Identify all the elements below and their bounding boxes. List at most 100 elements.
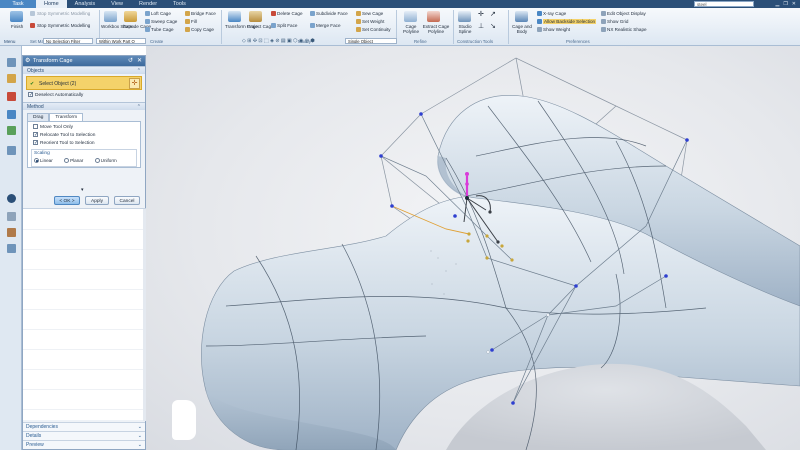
fill-button[interactable]: Fill — [191, 19, 197, 24]
xray-cage-toggle[interactable]: X-ray Cage — [543, 11, 566, 16]
set-continuity-button[interactable]: Set Continuity — [362, 27, 391, 32]
show-grid-toggle[interactable]: Show Grid — [607, 19, 628, 24]
cage-vertex-selected[interactable] — [466, 239, 470, 243]
manipulator-origin[interactable] — [465, 196, 469, 200]
cancel-button[interactable]: Cancel — [114, 196, 140, 205]
dialog-titlebar[interactable]: ⚙ Transform Cage ↺ ✕ — [23, 56, 145, 66]
transform-cage-icon[interactable] — [228, 11, 241, 22]
tab-tools[interactable]: Tools — [165, 0, 194, 8]
dependencies-section[interactable]: Dependencies ⌄ — [23, 422, 145, 431]
cage-vertex[interactable] — [379, 154, 383, 158]
cage-vertex-selected[interactable] — [485, 256, 489, 260]
command-search-input[interactable]: steel — [694, 1, 754, 7]
roles-icon[interactable] — [7, 244, 16, 253]
deselect-automatically-row[interactable]: Deselect Automatically — [23, 91, 145, 100]
cage-vertex[interactable] — [685, 138, 689, 142]
project-cage-button[interactable]: Project Cage — [247, 24, 274, 29]
cage-vertex[interactable] — [490, 348, 494, 352]
reuse-library-icon[interactable] — [7, 110, 16, 119]
show-weight-toggle[interactable]: Show Weight — [543, 27, 570, 32]
restore-icon[interactable]: ❐ — [783, 0, 787, 8]
tab-analysis[interactable]: Analysis — [67, 0, 103, 8]
details-section[interactable]: Details ⌄ — [23, 431, 145, 440]
selection-mode-select[interactable]: Single Object — [345, 38, 397, 44]
project-cage-icon[interactable] — [249, 11, 262, 22]
cage-vertex[interactable] — [419, 112, 423, 116]
cage-and-body-button[interactable]: Cage and Body — [511, 24, 533, 34]
edit-object-display-button[interactable]: Edit Object Display — [607, 11, 646, 16]
constraint-navigator-icon[interactable] — [7, 92, 16, 101]
stop-symmetric-top[interactable]: Stop Symmetric Modelling — [37, 11, 90, 16]
extract-cage-polyline-button[interactable]: Extract Cage Polyline — [421, 24, 451, 34]
tab-task[interactable]: Task — [0, 0, 36, 8]
move-tool-only-checkbox[interactable] — [33, 124, 38, 130]
system-materials-icon[interactable] — [7, 212, 16, 221]
cage-and-body-icon[interactable] — [515, 11, 528, 22]
menu-button[interactable]: Menu — [4, 39, 16, 44]
selection-filter-select[interactable]: No Selection Filter — [43, 38, 93, 44]
split-face-button[interactable]: Split Face — [277, 23, 297, 28]
minimize-icon[interactable]: ▁ — [775, 0, 779, 8]
cage-vertex[interactable] — [664, 274, 668, 278]
relocate-tool-checkbox[interactable] — [33, 131, 38, 139]
deselect-checkbox[interactable] — [28, 91, 33, 99]
bridge-face-button[interactable]: Bridge Face — [191, 11, 216, 16]
tab-drag[interactable]: Drag — [27, 113, 50, 121]
csys-icon[interactable]: ↘ — [490, 22, 496, 30]
cage-vertex[interactable] — [574, 284, 578, 288]
allow-backside-selection-toggle[interactable]: Allow Backside Selection — [543, 19, 597, 24]
cage-vertex[interactable] — [453, 214, 457, 218]
cage-vertex-selected[interactable] — [510, 258, 514, 262]
finish-button[interactable]: Finish — [11, 24, 23, 29]
process-studio-icon[interactable] — [7, 228, 16, 237]
part-navigator-icon[interactable] — [7, 58, 16, 67]
workbox-shape-icon[interactable] — [104, 11, 117, 22]
cage-vertex-selected[interactable] — [467, 232, 471, 236]
model-canvas[interactable] — [146, 46, 800, 450]
subdivide-face-button[interactable]: Subdivide Face — [316, 11, 348, 16]
cage-polyline-icon[interactable] — [404, 11, 417, 22]
tab-view[interactable]: View — [103, 0, 131, 8]
plane-icon[interactable]: ↗ — [490, 10, 496, 18]
method-section-header[interactable]: Method ⌃ — [23, 102, 145, 110]
merge-face-button[interactable]: Merge Face — [316, 23, 341, 28]
move-tool-only-row[interactable]: Move Tool Only — [28, 124, 140, 132]
finish-icon[interactable] — [10, 11, 23, 22]
cage-vertex[interactable] — [390, 204, 394, 208]
manipulator-handle[interactable] — [496, 240, 500, 244]
expand-more-icon[interactable]: ▾ — [81, 187, 84, 193]
nx-realistic-shape-toggle[interactable]: NX Realistic Shape — [607, 27, 647, 32]
point-icon[interactable]: ✛ — [478, 10, 484, 18]
cage-polyline-button[interactable]: Cage Polyline — [399, 24, 423, 34]
reset-icon[interactable]: ↺ — [128, 56, 133, 66]
manipulator-handle[interactable] — [488, 210, 492, 214]
preview-section[interactable]: Preview ⌄ — [23, 440, 145, 449]
tube-cage-button[interactable]: Tube Cage — [151, 27, 174, 32]
set-weight-button[interactable]: Set Weight — [362, 19, 384, 24]
web-browser-icon[interactable] — [7, 146, 16, 155]
history-icon[interactable] — [7, 194, 16, 203]
scaling-planar-radio[interactable] — [64, 158, 70, 164]
sew-cage-button[interactable]: Sew Cage — [362, 11, 383, 16]
stop-symmetric-button[interactable]: Stop Symmetric Modelling — [37, 23, 90, 28]
copy-cage-button[interactable]: Copy Cage — [191, 27, 214, 32]
tab-home[interactable]: Home — [36, 0, 67, 8]
cage-vertex[interactable] — [511, 401, 515, 405]
ok-button[interactable]: < OK > — [54, 196, 80, 205]
hd3d-tools-icon[interactable] — [7, 126, 16, 135]
scaling-uniform-radio[interactable] — [94, 158, 100, 164]
close-icon[interactable]: ✕ — [137, 56, 142, 66]
scaling-linear-radio[interactable] — [34, 158, 39, 164]
scope-select[interactable]: Within Work Part O — [96, 38, 146, 44]
sweep-cage-button[interactable]: Sweep Cage — [151, 19, 177, 24]
objects-section-header[interactable]: Objects ⌃ — [23, 66, 145, 74]
apply-button[interactable]: Apply — [85, 196, 109, 205]
assembly-navigator-icon[interactable] — [7, 74, 16, 83]
delete-cage-button[interactable]: Delete Cage — [277, 11, 303, 16]
tab-transform[interactable]: Transform — [49, 113, 84, 121]
tab-render[interactable]: Render — [131, 0, 165, 8]
axis-icon[interactable]: ⊥ — [478, 22, 484, 30]
studio-spline-button[interactable]: Studio Spline — [455, 24, 475, 34]
cage-vertex-selected[interactable] — [500, 244, 504, 248]
cage-vertex-selected[interactable] — [485, 234, 489, 238]
